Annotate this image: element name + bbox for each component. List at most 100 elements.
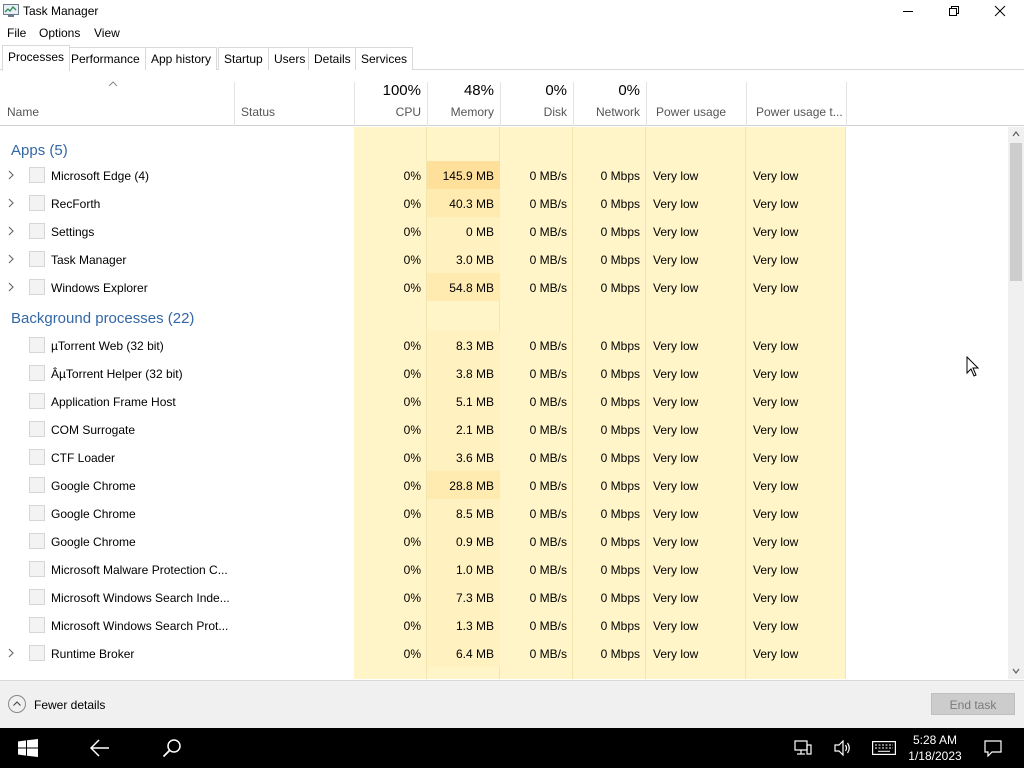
process-icon xyxy=(29,645,45,661)
power-trend-value: Very low xyxy=(753,647,799,661)
chevron-right-icon[interactable] xyxy=(8,282,14,292)
network-value: 0 Mbps xyxy=(600,507,640,521)
disk-value: 0 MB/s xyxy=(529,535,567,549)
restore-button[interactable] xyxy=(931,0,977,23)
menu-bar: File Options View xyxy=(0,23,1024,43)
keyboard-icon xyxy=(872,741,896,755)
scroll-up-icon[interactable] xyxy=(1012,131,1020,137)
column-power-usage[interactable]: Power usage xyxy=(656,105,726,119)
table-row[interactable]: Microsoft Windows Search Inde... 0% 7.3 MB… xyxy=(0,583,1008,611)
column-cpu[interactable]: CPU xyxy=(356,105,421,119)
chevron-up-circle-icon[interactable] xyxy=(8,695,26,713)
table-row[interactable]: Task Manager 0% 3.0 MB 0 MB/s 0 Mbps Very low… xyxy=(0,245,1008,273)
memory-value: 5.1 MB xyxy=(455,395,494,409)
network-tray-button[interactable] xyxy=(786,728,818,768)
network-value: 0 Mbps xyxy=(600,225,640,239)
column-divider[interactable] xyxy=(646,82,647,126)
disk-value: 0 MB/s xyxy=(529,451,567,465)
sort-ascending-icon[interactable] xyxy=(108,81,118,87)
network-value: 0 Mbps xyxy=(600,451,640,465)
chevron-right-icon[interactable] xyxy=(8,254,14,264)
power-trend-value: Very low xyxy=(753,535,799,549)
column-divider[interactable] xyxy=(846,82,847,126)
tab-processes[interactable]: Processes xyxy=(2,45,71,71)
table-row[interactable]: Windows Explorer 0% 54.8 MB 0 MB/s 0 Mbps Ver… xyxy=(0,273,1008,301)
memory-value: 0 MB xyxy=(465,225,494,239)
process-icon xyxy=(29,195,45,211)
network-value: 0 Mbps xyxy=(600,197,640,211)
memory-value: 1.3 MB xyxy=(455,619,494,633)
scroll-down-icon[interactable] xyxy=(1012,668,1020,674)
taskbar-clock[interactable]: 5:28 AM 1/18/2023 xyxy=(900,732,970,764)
column-memory[interactable]: Memory xyxy=(429,105,494,119)
action-center-button[interactable] xyxy=(978,728,1008,768)
clock-time: 5:28 AM xyxy=(912,733,958,747)
column-status[interactable]: Status xyxy=(241,105,275,119)
column-disk[interactable]: Disk xyxy=(502,105,567,119)
column-divider[interactable] xyxy=(234,82,235,126)
column-divider[interactable] xyxy=(427,82,428,126)
fewer-details-link[interactable]: Fewer details xyxy=(34,698,105,712)
tab-app-history[interactable]: App history xyxy=(145,47,218,70)
table-row[interactable]: Runtime Broker 0% 6.4 MB 0 MB/s 0 Mbps Very l… xyxy=(0,639,1008,667)
process-name: Application Frame Host xyxy=(51,395,176,409)
table-row[interactable]: Application Frame Host 0% 5.1 MB 0 MB/s 0 Mb… xyxy=(0,387,1008,415)
column-power-usage-trend[interactable]: Power usage t... xyxy=(756,105,843,119)
tab-details[interactable]: Details xyxy=(308,47,357,70)
table-row[interactable]: Google Chrome 0% 0.9 MB 0 MB/s 0 Mbps Very lo… xyxy=(0,527,1008,555)
power-usage-value: Very low xyxy=(653,647,699,661)
chevron-right-icon[interactable] xyxy=(8,648,14,658)
column-divider[interactable] xyxy=(500,82,501,126)
back-arrow-icon xyxy=(90,739,109,757)
power-usage-value: Very low xyxy=(653,395,699,409)
close-button[interactable] xyxy=(977,0,1023,23)
table-row[interactable]: Google Chrome 0% 28.8 MB 0 MB/s 0 Mbps Very l… xyxy=(0,471,1008,499)
tab-services[interactable]: Services xyxy=(355,47,414,70)
chevron-right-icon[interactable] xyxy=(8,198,14,208)
table-row[interactable]: µTorrent Web (32 bit) 0% 8.3 MB 0 MB/s 0 Mbp… xyxy=(0,331,1008,359)
scrollbar-thumb[interactable] xyxy=(1010,143,1022,281)
tab-users[interactable]: Users xyxy=(268,47,312,70)
chevron-right-icon[interactable] xyxy=(8,170,14,180)
back-button[interactable] xyxy=(76,728,124,768)
chevron-right-icon[interactable] xyxy=(8,226,14,236)
process-name: Runtime Broker xyxy=(51,647,135,661)
process-icon xyxy=(29,449,45,465)
minimize-button[interactable] xyxy=(885,0,931,23)
background-processes-group-header[interactable]: Background processes (22) xyxy=(0,301,1008,335)
cpu-value: 0% xyxy=(403,197,421,211)
table-row[interactable]: RecForth 0% 40.3 MB 0 MB/s 0 Mbps Very low Ver… xyxy=(0,189,1008,217)
end-task-button[interactable]: End task xyxy=(931,693,1015,715)
power-trend-value: Very low xyxy=(753,281,799,295)
process-table: Apps (5) Microsoft Edge (4) 0% 145.9 MB 0 MB… xyxy=(0,127,1008,679)
table-row[interactable]: CTF Loader 0% 3.6 MB 0 MB/s 0 Mbps Very low Ve… xyxy=(0,443,1008,471)
column-divider[interactable] xyxy=(573,82,574,126)
power-trend-value: Very low xyxy=(753,591,799,605)
column-name[interactable]: Name xyxy=(7,105,39,119)
table-row[interactable]: Microsoft Windows Search Prot... 0% 1.3 MB… xyxy=(0,611,1008,639)
power-trend-value: Very low xyxy=(753,507,799,521)
table-row[interactable]: Microsoft Edge (4) 0% 145.9 MB 0 MB/s 0 Mbps… xyxy=(0,161,1008,189)
table-row[interactable]: Microsoft Malware Protection C... 0% 1.0 M… xyxy=(0,555,1008,583)
mouse-cursor-icon xyxy=(966,356,980,377)
table-row[interactable]: COM Surrogate 0% 2.1 MB 0 MB/s 0 Mbps Very lo… xyxy=(0,415,1008,443)
process-name: Google Chrome xyxy=(51,479,136,493)
tab-performance[interactable]: Performance xyxy=(65,47,146,70)
start-button[interactable] xyxy=(0,728,56,768)
table-row[interactable]: Settings 0% 0 MB 0 MB/s 0 Mbps Very low Very l… xyxy=(0,217,1008,245)
search-button[interactable] xyxy=(148,728,196,768)
table-row[interactable]: ÂµTorrent Helper (32 bit) 0% 3.8 MB 0 MB/s 0… xyxy=(0,359,1008,387)
title-bar[interactable]: Task Manager xyxy=(0,0,1024,23)
menu-file[interactable]: File xyxy=(7,26,26,40)
column-divider[interactable] xyxy=(746,82,747,126)
volume-tray-button[interactable] xyxy=(826,728,858,768)
menu-options[interactable]: Options xyxy=(39,26,80,40)
column-divider[interactable] xyxy=(354,82,355,126)
keyboard-tray-button[interactable] xyxy=(866,728,902,768)
vertical-scrollbar[interactable] xyxy=(1008,127,1024,679)
power-usage-value: Very low xyxy=(653,451,699,465)
menu-view[interactable]: View xyxy=(94,26,120,40)
column-network[interactable]: Network xyxy=(575,105,640,119)
table-row[interactable]: Google Chrome 0% 8.5 MB 0 MB/s 0 Mbps Very lo… xyxy=(0,499,1008,527)
tab-startup[interactable]: Startup xyxy=(218,47,269,70)
